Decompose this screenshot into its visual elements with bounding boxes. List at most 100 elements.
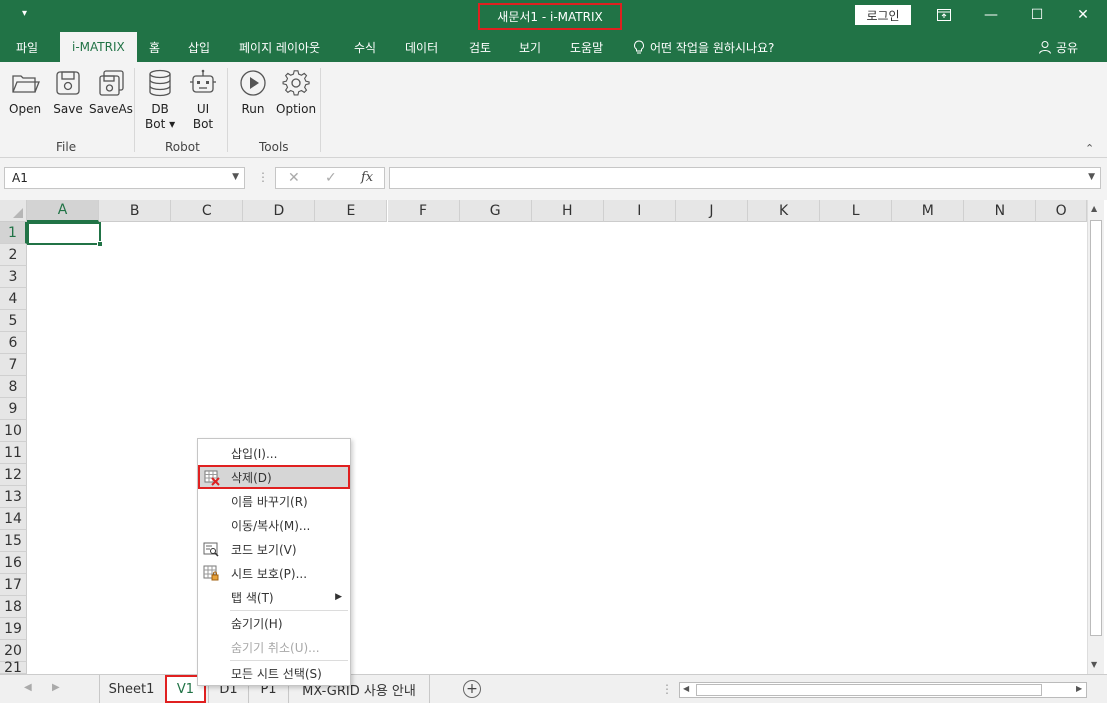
column-header-j[interactable]: J <box>675 200 748 222</box>
menu-item-tab-color[interactable]: 탭 색(T) ▶ <box>198 585 350 609</box>
sheet-prev-icon[interactable]: ◀ <box>24 682 32 693</box>
column-header-k[interactable]: K <box>748 200 821 222</box>
tab-help[interactable]: 도움말 <box>570 32 603 62</box>
column-header-c[interactable]: C <box>171 200 244 222</box>
column-header-g[interactable]: G <box>459 200 532 222</box>
add-sheet-icon[interactable]: + <box>463 680 481 698</box>
group-separator <box>227 68 228 152</box>
group-label-robot: Robot <box>165 140 200 154</box>
menu-item-view-code[interactable]: 코드 보기(V) <box>198 537 350 561</box>
scroll-down-icon[interactable]: ▼ <box>1091 660 1097 669</box>
insert-function-icon[interactable]: fx <box>361 170 373 185</box>
row-header-10[interactable]: 10 <box>0 420 27 442</box>
row-header-1[interactable]: 1 <box>0 222 27 244</box>
scroll-up-icon[interactable]: ▲ <box>1091 204 1097 213</box>
row-header-5[interactable]: 5 <box>0 310 27 332</box>
row-header-18[interactable]: 18 <box>0 596 27 618</box>
row-header-21[interactable]: 21 <box>0 660 27 676</box>
scroll-left-icon[interactable]: ◀ <box>683 684 689 693</box>
row-header-13[interactable]: 13 <box>0 486 27 508</box>
save-button[interactable]: Save <box>53 68 83 116</box>
tab-formulas[interactable]: 수식 <box>354 32 376 62</box>
row-header-9[interactable]: 9 <box>0 398 27 420</box>
login-button[interactable]: 로그인 <box>855 5 911 25</box>
quick-access-toolbar-icon[interactable]: ▾ <box>22 8 27 19</box>
column-header-d[interactable]: D <box>243 200 316 222</box>
enter-icon[interactable]: ✓ <box>325 170 337 186</box>
row-header-14[interactable]: 14 <box>0 508 27 530</box>
tab-view[interactable]: 보기 <box>519 32 541 62</box>
close-button[interactable]: ✕ <box>1071 4 1095 26</box>
ribbon-display-icon[interactable] <box>932 4 956 26</box>
column-header-m[interactable]: M <box>892 200 965 222</box>
run-button[interactable]: Run <box>238 68 268 116</box>
row-header-15[interactable]: 15 <box>0 530 27 552</box>
ui-bot-button[interactable]: UI Bot <box>188 68 218 131</box>
column-header-f[interactable]: F <box>387 200 460 222</box>
menu-item-protect-sheet[interactable]: 시트 보호(P)... <box>198 561 350 585</box>
row-header-6[interactable]: 6 <box>0 332 27 354</box>
row-header-12[interactable]: 12 <box>0 464 27 486</box>
row-header-4[interactable]: 4 <box>0 288 27 310</box>
row-header-8[interactable]: 8 <box>0 376 27 398</box>
scroll-right-icon[interactable]: ▶ <box>1076 684 1082 693</box>
cancel-icon[interactable]: ✕ <box>288 170 300 186</box>
worksheet-grid[interactable]: ABCDEFGHIJKLMNO 1 2 3 4 5 6 7 8 9 10 11 12 13 14 15 16 1… <box>0 200 1107 676</box>
row-header-3[interactable]: 3 <box>0 266 27 288</box>
tab-split-handle[interactable]: ⋮ <box>661 682 673 696</box>
row-header-2[interactable]: 2 <box>0 244 27 266</box>
save-as-icon <box>99 70 124 96</box>
tab-home[interactable]: 홈 <box>149 32 160 62</box>
row-header-11[interactable]: 11 <box>0 442 27 464</box>
menu-item-move-copy[interactable]: 이동/복사(M)... <box>198 513 350 537</box>
formula-bar-resize-handle[interactable]: ⋮ <box>257 170 269 184</box>
option-button[interactable]: Option <box>276 68 316 116</box>
open-label: Open <box>9 102 42 116</box>
sheet-tab-sheet1[interactable]: Sheet1 <box>99 675 163 703</box>
formula-input[interactable]: ▼ <box>389 167 1101 189</box>
row-header-16[interactable]: 16 <box>0 552 27 574</box>
menu-item-rename[interactable]: 이름 바꾸기(R) <box>198 489 350 513</box>
select-all-button[interactable] <box>0 200 27 222</box>
menu-item-select-all-sheets[interactable]: 모든 시트 선택(S) <box>198 661 350 685</box>
horizontal-scrollbar[interactable]: ◀ ▶ <box>679 682 1087 698</box>
row-header-17[interactable]: 17 <box>0 574 27 596</box>
column-header-b[interactable]: B <box>99 200 172 222</box>
menu-item-insert[interactable]: 삽입(I)... <box>198 441 350 465</box>
vertical-scroll-thumb[interactable] <box>1090 220 1102 636</box>
expand-formula-bar-icon[interactable]: ▼ <box>1088 172 1095 182</box>
horizontal-scroll-thumb[interactable] <box>696 684 1042 696</box>
tab-i-matrix[interactable]: i-MATRIX <box>60 32 137 62</box>
menu-item-delete[interactable]: 삭제(D) <box>198 465 350 489</box>
menu-item-label: 삽입(I)... <box>231 446 278 461</box>
collapse-ribbon-icon[interactable]: ⌃ <box>1085 142 1094 155</box>
menu-item-hide[interactable]: 숨기기(H) <box>198 611 350 635</box>
column-header-e[interactable]: E <box>315 200 388 222</box>
maximize-button[interactable]: ☐ <box>1025 4 1049 26</box>
save-as-button[interactable]: SaveAs <box>89 68 133 116</box>
chevron-down-icon[interactable]: ▼ <box>232 172 239 182</box>
column-header-o[interactable]: O <box>1036 200 1087 222</box>
column-header-l[interactable]: L <box>820 200 893 222</box>
row-header-7[interactable]: 7 <box>0 354 27 376</box>
tab-page-layout[interactable]: 페이지 레이아웃 <box>239 32 320 62</box>
fill-handle[interactable] <box>97 241 103 247</box>
selected-cell[interactable] <box>27 222 103 247</box>
column-header-a[interactable]: A <box>27 200 100 222</box>
tab-file[interactable]: 파일 <box>16 32 38 62</box>
tab-data[interactable]: 데이터 <box>405 32 438 62</box>
tab-insert[interactable]: 삽입 <box>188 32 210 62</box>
name-box[interactable]: A1 ▼ <box>4 167 245 189</box>
column-header-i[interactable]: I <box>603 200 676 222</box>
db-bot-button[interactable]: DB Bot ▾ <box>145 68 175 131</box>
column-header-n[interactable]: N <box>964 200 1037 222</box>
tab-review[interactable]: 검토 <box>469 32 491 62</box>
minimize-button[interactable]: — <box>979 4 1003 26</box>
row-header-19[interactable]: 19 <box>0 618 27 640</box>
open-button[interactable]: Open <box>9 68 41 116</box>
sheet-next-icon[interactable]: ▶ <box>52 682 60 693</box>
column-header-h[interactable]: H <box>531 200 604 222</box>
share-button[interactable]: 공유 <box>1038 32 1078 62</box>
tell-me-search[interactable]: 어떤 작업을 원하시나요? <box>633 32 774 62</box>
vertical-scrollbar[interactable]: ▲ ▼ <box>1087 200 1104 674</box>
